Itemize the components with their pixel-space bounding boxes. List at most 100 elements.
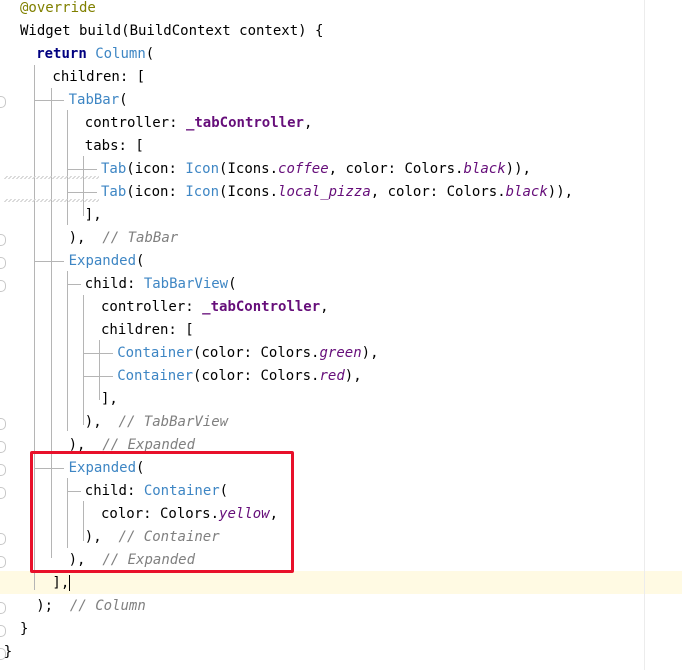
code-line[interactable]: @override [20,0,96,20]
code-token: // TabBarView [118,414,229,430]
fold-icon[interactable] [0,441,6,453]
code-token: tabs: [ [84,138,144,154]
code-token: TabBar [68,92,120,108]
code-token: , [320,299,329,315]
code-token: ( [228,276,237,292]
code-token: ], [84,207,102,223]
code-token: local_pizza [278,184,371,200]
code-token: Column [95,46,146,62]
code-line[interactable]: controller: _tabController, [85,112,313,135]
code-line[interactable]: Container(color: Colors.green), [117,342,378,365]
code-token: Icon [185,161,220,177]
code-token: // Column [69,598,146,614]
code-token: ( [145,46,155,62]
code-token: ), [84,414,119,430]
code-line[interactable]: } [4,641,12,664]
fold-icon[interactable] [0,257,6,269]
code-token: ( [136,253,145,269]
code-token: return [36,46,96,62]
right-margin-guide [644,0,645,670]
code-token: )), [505,161,531,177]
fold-icon[interactable] [0,280,6,292]
code-token: Icon [185,184,220,200]
code-token: controller: [101,299,203,315]
code-line[interactable]: ), // TabBarView [85,411,228,434]
warning-underline [4,199,99,202]
indent-guide [83,353,113,354]
code-token: coffee [278,161,329,177]
code-token: green [319,345,362,361]
fold-icon[interactable] [0,625,6,637]
code-line[interactable]: Tab(icon: Icon(Icons.local_pizza, color:… [101,181,573,204]
code-token: black [463,161,506,177]
code-token: ], [52,575,70,591]
code-line[interactable]: ), // TabBar [69,227,179,250]
code-line[interactable]: ], [52,572,71,595]
code-token: } [3,644,13,660]
fold-icon[interactable] [0,602,6,614]
fold-icon[interactable] [0,487,6,499]
indent-guide [34,100,64,101]
fold-icon[interactable] [0,418,6,430]
code-token: )), [547,184,574,200]
code-line[interactable]: } [20,618,28,641]
code-token: (icon: [126,161,186,177]
fold-icon[interactable] [0,556,6,568]
code-token: ); [36,598,70,614]
code-line[interactable]: ); // Column [36,595,146,618]
indent-guide [83,295,84,425]
code-line[interactable]: Container(color: Colors.red), [117,365,361,388]
current-line-highlight [0,571,682,594]
indent-guide [99,340,100,400]
fold-icon[interactable] [0,96,6,108]
code-line[interactable]: children: [ [101,319,194,342]
code-line[interactable]: Widget build(BuildContext context) { [20,20,323,43]
code-token: Tab [101,184,127,200]
code-token: Container [117,368,194,384]
code-token: (Icons. [219,161,279,177]
indent-guide [67,169,97,170]
code-token: ), [68,230,103,246]
code-token: black [505,184,548,200]
code-token: ), [361,345,379,361]
code-editor[interactable]: @override Widget build(BuildContext conte… [0,0,682,670]
code-token: (icon: [126,184,186,200]
indent-guide [67,284,81,285]
fold-icon[interactable] [0,234,6,246]
code-token: children: [ [101,322,194,338]
code-token: ), [344,368,362,384]
code-line[interactable]: return Column( [36,43,154,66]
code-token: , color: Colors. [328,161,464,177]
code-line[interactable]: Expanded( [69,250,145,273]
code-token: children: [ [52,69,146,85]
code-token: ( [119,92,128,108]
indent-guide [67,110,68,225]
code-line[interactable]: children: [ [52,66,145,89]
code-token: Expanded [68,253,137,269]
code-token: // TabBar [102,230,179,246]
warning-underline [4,176,99,179]
code-token: _tabController [185,115,304,131]
code-line[interactable]: controller: _tabController, [101,296,329,319]
code-line[interactable]: ], [85,204,102,227]
code-line[interactable]: child: TabBarView( [85,273,237,296]
indent-guide [83,376,113,377]
indent-guide [67,192,97,193]
code-token: _tabController [202,299,321,315]
fold-icon[interactable] [0,464,6,476]
code-token: Container [117,345,194,361]
code-token: , color: Colors. [370,184,506,200]
code-line[interactable]: TabBar( [69,89,128,112]
code-token: TabBarView [143,276,229,292]
code-token: (color: Colors. [193,345,320,361]
indent-guide [34,261,64,262]
code-line[interactable]: ], [101,388,118,411]
code-token: ], [101,391,118,407]
code-line[interactable]: tabs: [ [85,135,144,158]
indent-guide [67,271,68,431]
code-token: } [20,621,29,637]
code-token: , [303,115,313,131]
code-line[interactable]: Tab(icon: Icon(Icons.coffee, color: Colo… [101,158,531,181]
code-token: controller: [84,115,186,131]
fold-icon[interactable] [0,533,6,545]
